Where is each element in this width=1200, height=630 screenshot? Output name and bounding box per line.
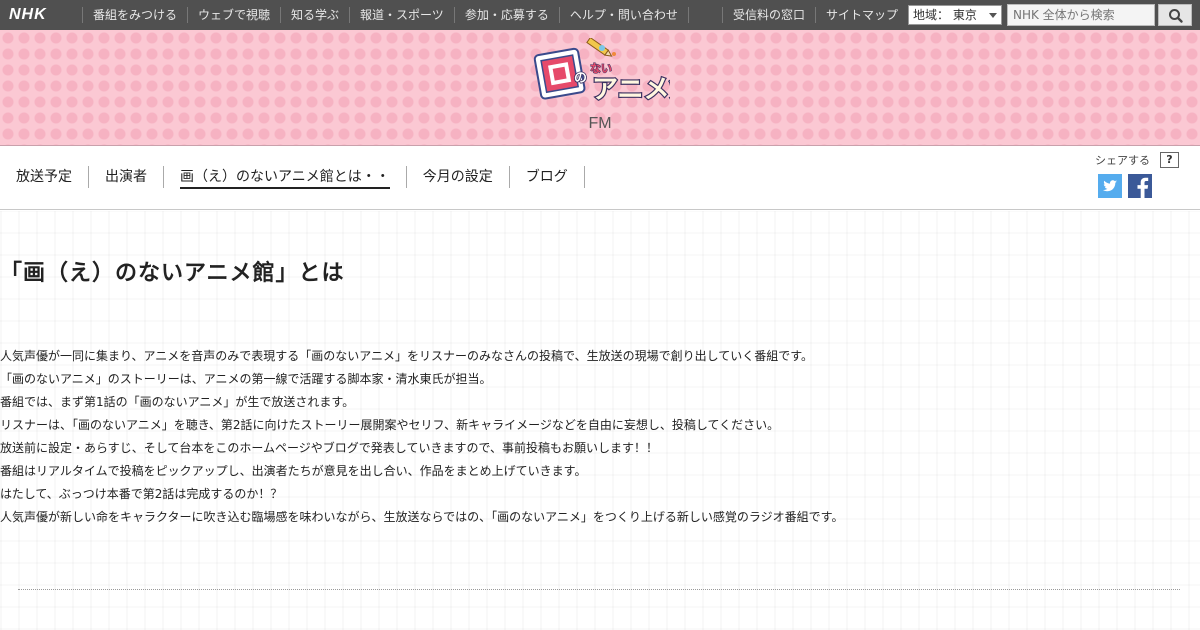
share-help-button[interactable]: ? bbox=[1160, 152, 1179, 168]
svg-text:アニメ館: アニメ館 bbox=[592, 74, 670, 105]
channel-label: FM bbox=[588, 115, 612, 132]
twitter-icon bbox=[1098, 174, 1122, 198]
program-logo[interactable]: アニメ館 の ない bbox=[530, 36, 697, 110]
main-content: 「画（え）のないアニメ館」とは 人気声優が一同に集まり、アニメを音声のみで表現す… bbox=[0, 211, 1200, 630]
program-tabs: 放送予定 出演者 画（え）のないアニメ館とは・・ 今月の設定 ブログ bbox=[0, 166, 585, 190]
nhk-logo[interactable]: NHK bbox=[9, 0, 47, 30]
description-paragraph: 人気声優が一同に集まり、アニメを音声のみで表現する「画のないアニメ」をリスナーの… bbox=[0, 349, 814, 363]
program-logo-image: アニメ館 の ない bbox=[533, 36, 697, 106]
tab-label: 出演者 bbox=[105, 169, 147, 185]
global-nav-bar: NHK 番組をみつける ウェブで視聴 知る学ぶ 報道・スポーツ 参加・応募する … bbox=[0, 0, 1200, 30]
region-label: 地域： bbox=[913, 8, 950, 22]
global-nav-items: 番組をみつける ウェブで視聴 知る学ぶ 報道・スポーツ 参加・応募する ヘルプ・… bbox=[82, 0, 689, 30]
facebook-share-button[interactable] bbox=[1128, 174, 1152, 198]
region-value: 東京 bbox=[952, 8, 977, 22]
region-select[interactable]: 地域： 東京 bbox=[908, 5, 1002, 25]
global-nav-item-learn[interactable]: 知る学ぶ bbox=[280, 7, 349, 23]
page-title: 「画（え）のないアニメ館」とは bbox=[0, 261, 345, 286]
description-paragraph: リスナーは、「画のないアニメ」を聴き、第2話に向けたストーリー展開案やセリフ、新… bbox=[0, 418, 780, 432]
tab-label: 画（え）のないアニメ館とは・・ bbox=[180, 169, 390, 189]
twitter-share-button[interactable] bbox=[1098, 174, 1122, 198]
program-header: アニメ館 の ない FM bbox=[0, 30, 1200, 146]
chevron-down-icon bbox=[989, 13, 997, 18]
tab-label: 放送予定 bbox=[16, 169, 72, 185]
tab-about[interactable]: 画（え）のないアニメ館とは・・ bbox=[164, 166, 407, 189]
description-paragraph: 「画のないアニメ」のストーリーは、アニメの第一線で活躍する脚本家・清水東氏が担当… bbox=[0, 372, 492, 386]
global-nav-item-watch-web[interactable]: ウェブで視聴 bbox=[187, 7, 280, 23]
tab-schedule[interactable]: 放送予定 bbox=[0, 166, 89, 188]
global-nav-right: 受信料の窓口 サイトマップ bbox=[722, 0, 908, 30]
tab-label: ブログ bbox=[525, 169, 568, 185]
global-nav-item-sitemap[interactable]: サイトマップ bbox=[815, 7, 908, 23]
description-paragraph: 放送前に設定・あらすじ、そして台本をこのホームページやブログで発表していきますの… bbox=[0, 441, 658, 455]
program-nav: 放送予定 出演者 画（え）のないアニメ館とは・・ 今月の設定 ブログ シェアする… bbox=[0, 147, 1200, 210]
description-paragraph: はたして、ぶっつけ本番で第2話は完成するのか！？ bbox=[0, 487, 283, 501]
content-divider bbox=[18, 589, 1180, 590]
tab-label: 今月の設定 bbox=[422, 169, 493, 185]
svg-text:の: の bbox=[574, 71, 587, 86]
tab-monthly-settings[interactable]: 今月の設定 bbox=[407, 166, 510, 188]
tab-blog[interactable]: ブログ bbox=[510, 166, 585, 188]
search-input[interactable] bbox=[1007, 4, 1155, 26]
global-nav-item-fee[interactable]: 受信料の窓口 bbox=[722, 7, 815, 23]
global-nav-item-news-sports[interactable]: 報道・スポーツ bbox=[349, 7, 454, 23]
facebook-icon bbox=[1128, 174, 1152, 198]
program-description: 人気声優が一同に集まり、アニメを音声のみで表現する「画のないアニメ」をリスナーの… bbox=[0, 345, 1000, 529]
description-paragraph: 番組はリアルタイムで投稿をピックアップし、出演者たちが意見を出し合い、作品をまと… bbox=[0, 464, 587, 478]
svg-text:ない: ない bbox=[590, 62, 612, 75]
global-nav-item-participate[interactable]: 参加・応募する bbox=[453, 7, 559, 23]
search-button[interactable] bbox=[1158, 4, 1192, 26]
global-nav-item-find-programs[interactable]: 番組をみつける bbox=[82, 7, 187, 23]
search-icon bbox=[1169, 9, 1183, 23]
global-nav-item-help[interactable]: ヘルプ・問い合わせ bbox=[558, 7, 689, 23]
tab-cast[interactable]: 出演者 bbox=[89, 166, 164, 188]
description-paragraph: 番組では、まず第1話の「画のないアニメ」が生で放送されます。 bbox=[0, 395, 355, 409]
description-paragraph: 人気声優が新しい命をキャラクターに吹き込む臨場感を味わいながら、生放送ならではの… bbox=[0, 510, 844, 524]
share-label: シェアする bbox=[1095, 154, 1150, 167]
